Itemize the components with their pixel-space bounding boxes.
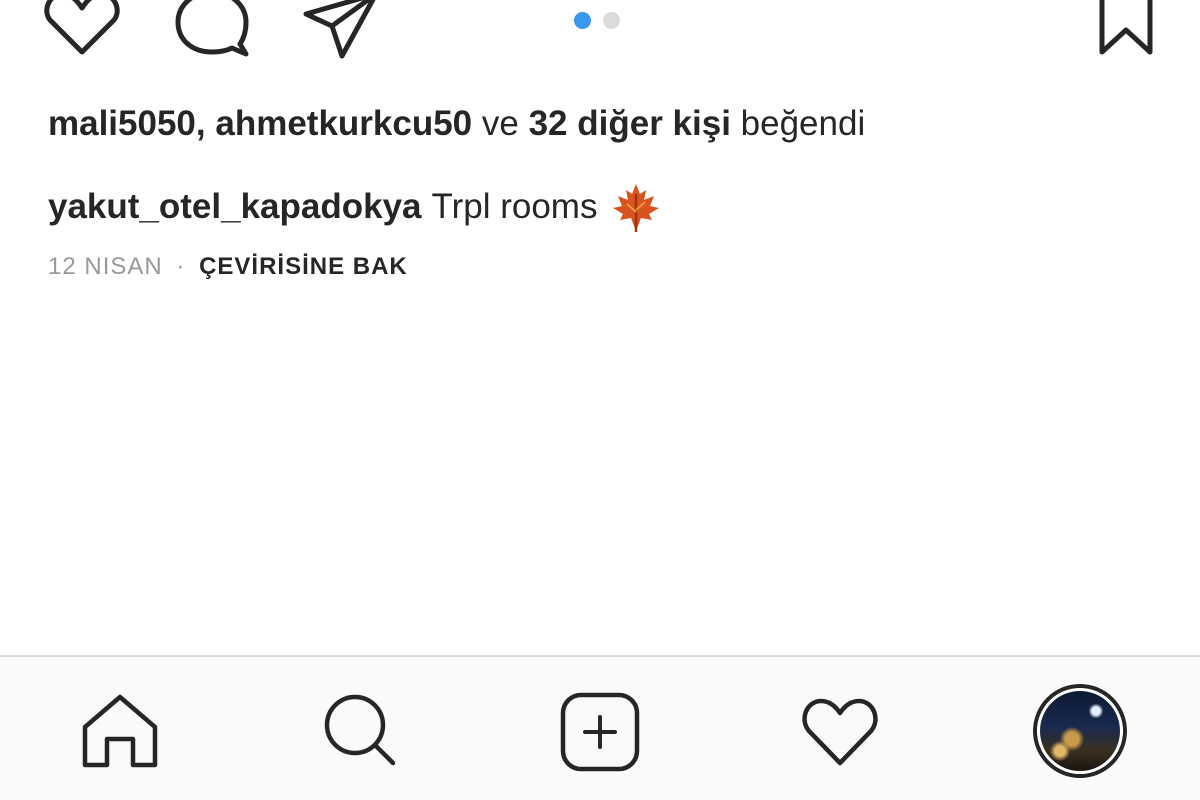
like-user-1[interactable]: mali5050, (48, 104, 206, 143)
comment-button[interactable] (168, 0, 258, 60)
maple-leaf-icon (609, 180, 663, 234)
likes-suffix: beğendi (740, 104, 866, 143)
likes-connector: ve (481, 104, 519, 143)
likes-others[interactable]: 32 diğer kişi (529, 104, 731, 143)
comment-icon (175, 0, 249, 57)
post-meta: 12 NISAN · ÇEVİRİSİNE BAK (48, 252, 408, 282)
tab-home[interactable] (75, 687, 165, 777)
likes-summary[interactable]: mali5050, ahmetkurkcu50 ve 32 diğer kişi… (48, 102, 865, 146)
save-button[interactable] (1090, 0, 1160, 60)
search-icon (324, 694, 396, 766)
tab-new-post[interactable] (555, 687, 645, 777)
activity-heart-icon (802, 698, 878, 766)
carousel-dot-active (574, 12, 591, 29)
caption-text: Trpl rooms (431, 187, 598, 226)
share-button[interactable] (298, 0, 388, 62)
meta-separator: · (176, 253, 186, 280)
home-icon (82, 694, 158, 768)
heart-icon (44, 0, 120, 55)
add-post-icon (560, 692, 640, 772)
bookmark-icon (1099, 0, 1153, 55)
like-user-2[interactable]: ahmetkurkcu50 (215, 104, 472, 143)
carousel-dot (603, 12, 620, 29)
see-translation-link[interactable]: ÇEVİRİSİNE BAK (199, 253, 408, 280)
tab-activity[interactable] (795, 687, 885, 777)
like-button[interactable] (40, 0, 130, 60)
share-icon (303, 0, 376, 59)
bottom-tab-bar (0, 655, 1200, 800)
carousel-indicator (574, 12, 620, 29)
caption-username[interactable]: yakut_otel_kapadokya (48, 185, 422, 229)
tab-profile[interactable] (1033, 684, 1127, 778)
tab-search[interactable] (315, 687, 405, 777)
post-caption: yakut_otel_kapadokya Trpl rooms (48, 180, 663, 234)
post-action-bar (0, 0, 1200, 70)
profile-avatar (1037, 688, 1123, 774)
instagram-post-screen: mali5050, ahmetkurkcu50 ve 32 diğer kişi… (0, 0, 1200, 800)
post-date: 12 NISAN (48, 253, 163, 280)
